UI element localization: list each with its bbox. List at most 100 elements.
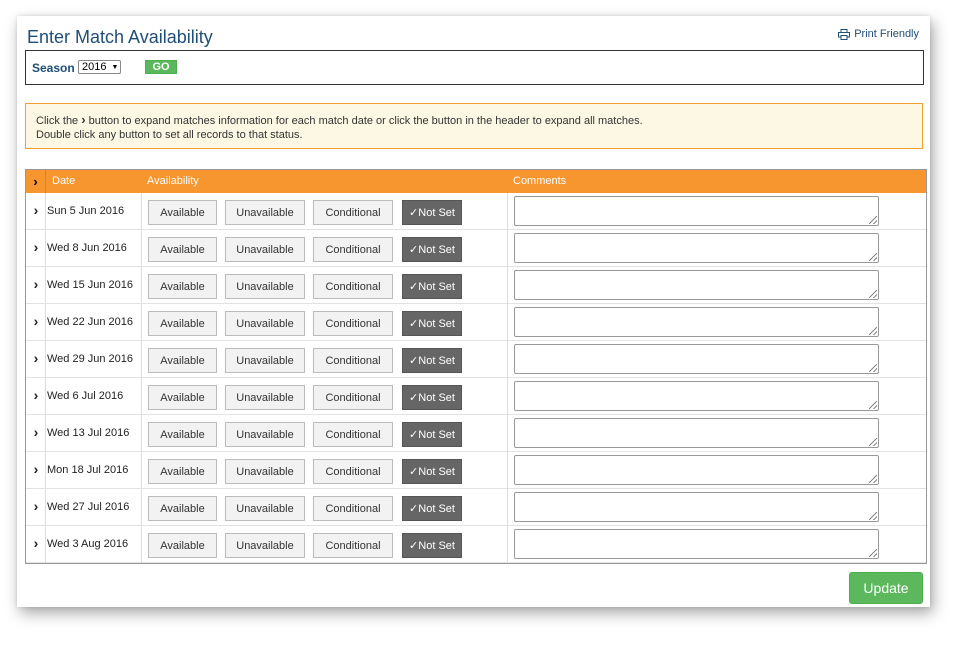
available-button[interactable]: Available xyxy=(148,274,217,299)
conditional-button[interactable]: Conditional xyxy=(313,533,393,558)
match-date: Wed 29 Jun 2016 xyxy=(47,353,134,365)
unavailable-button[interactable]: Unavailable xyxy=(225,200,305,225)
available-button[interactable]: Available xyxy=(148,459,217,484)
go-button[interactable]: GO xyxy=(145,60,177,74)
comments-textarea[interactable] xyxy=(514,492,879,522)
table-row: › Wed 6 Jul 2016 Available Unavailable Condi… xyxy=(26,378,926,415)
unavailable-button[interactable]: Unavailable xyxy=(225,348,305,373)
match-date: Wed 22 Jun 2016 xyxy=(47,316,134,328)
available-button[interactable]: Available xyxy=(148,422,217,447)
conditional-button[interactable]: Conditional xyxy=(313,274,393,299)
print-friendly-link[interactable]: Print Friendly xyxy=(838,28,919,40)
conditional-button[interactable]: Conditional xyxy=(313,348,393,373)
print-friendly-label: Print Friendly xyxy=(854,28,919,40)
conditional-button[interactable]: Conditional xyxy=(313,496,393,521)
not-set-button[interactable]: ✓Not Set xyxy=(402,348,462,373)
comments-textarea[interactable] xyxy=(514,381,879,411)
not-set-button[interactable]: ✓Not Set xyxy=(402,385,462,410)
available-button[interactable]: Available xyxy=(148,385,217,410)
unavailable-button[interactable]: Unavailable xyxy=(225,459,305,484)
comments-textarea[interactable] xyxy=(514,307,879,337)
table-row: › Wed 3 Aug 2016 Available Unavailable Condi… xyxy=(26,526,926,563)
season-filter: Season 2016 ▼ GO xyxy=(25,50,924,85)
chevron-right-icon[interactable]: › xyxy=(30,499,42,513)
not-set-button[interactable]: ✓Not Set xyxy=(402,459,462,484)
unavailable-button[interactable]: Unavailable xyxy=(225,237,305,262)
unavailable-button[interactable]: Unavailable xyxy=(225,311,305,336)
match-date: Wed 3 Aug 2016 xyxy=(47,538,129,550)
conditional-button[interactable]: Conditional xyxy=(313,422,393,447)
printer-icon xyxy=(838,28,851,40)
comments-textarea[interactable] xyxy=(514,529,879,559)
resize-handle-icon[interactable] xyxy=(869,475,877,483)
update-button[interactable]: Update xyxy=(849,572,923,604)
resize-handle-icon[interactable] xyxy=(869,549,877,557)
comments-textarea[interactable] xyxy=(514,455,879,485)
comments-textarea[interactable] xyxy=(514,270,879,300)
match-date: Wed 8 Jun 2016 xyxy=(47,242,127,254)
match-date: Wed 6 Jul 2016 xyxy=(47,390,124,402)
conditional-button[interactable]: Conditional xyxy=(313,200,393,225)
conditional-button[interactable]: Conditional xyxy=(313,459,393,484)
header-comments: Comments xyxy=(513,175,567,187)
unavailable-button[interactable]: Unavailable xyxy=(225,422,305,447)
resize-handle-icon[interactable] xyxy=(869,512,877,520)
available-button[interactable]: Available xyxy=(148,533,217,558)
not-set-button[interactable]: ✓Not Set xyxy=(402,496,462,521)
not-set-button[interactable]: ✓Not Set xyxy=(402,533,462,558)
chevron-right-icon[interactable]: › xyxy=(30,536,42,550)
table-row: › Sun 5 Jun 2016 Available Unavailable Condi… xyxy=(26,193,926,230)
resize-handle-icon[interactable] xyxy=(869,438,877,446)
conditional-button[interactable]: Conditional xyxy=(313,385,393,410)
table-row: › Wed 27 Jul 2016 Available Unavailable Cond… xyxy=(26,489,926,526)
expand-all-button[interactable]: › xyxy=(26,170,46,193)
conditional-button[interactable]: Conditional xyxy=(313,237,393,262)
not-set-button[interactable]: ✓Not Set xyxy=(402,274,462,299)
chevron-right-icon[interactable]: › xyxy=(30,462,42,476)
chevron-right-icon[interactable]: › xyxy=(30,425,42,439)
not-set-button[interactable]: ✓Not Set xyxy=(402,422,462,447)
resize-handle-icon[interactable] xyxy=(869,401,877,409)
table-row: › Wed 29 Jun 2016 Available Unavailable Cond… xyxy=(26,341,926,378)
chevron-right-icon[interactable]: › xyxy=(30,203,42,217)
unavailable-button[interactable]: Unavailable xyxy=(225,533,305,558)
match-date: Wed 13 Jul 2016 xyxy=(47,427,130,439)
info-alert: Click the › button to expand matches inf… xyxy=(25,103,923,149)
table-row: › Wed 8 Jun 2016 Available Unavailable Condi… xyxy=(26,230,926,267)
available-button[interactable]: Available xyxy=(148,237,217,262)
available-button[interactable]: Available xyxy=(148,311,217,336)
season-select[interactable]: 2016 ▼ xyxy=(78,60,121,74)
not-set-button[interactable]: ✓Not Set xyxy=(402,200,462,225)
info-line-1-end: button to expand matches information for… xyxy=(88,115,643,127)
chevron-right-icon[interactable]: › xyxy=(30,388,42,402)
unavailable-button[interactable]: Unavailable xyxy=(225,385,305,410)
not-set-button[interactable]: ✓Not Set xyxy=(402,237,462,262)
chevron-right-icon[interactable]: › xyxy=(30,240,42,254)
availability-panel: Enter Match Availability Print Friendly … xyxy=(17,16,930,607)
chevron-right-icon[interactable]: › xyxy=(30,314,42,328)
comments-textarea[interactable] xyxy=(514,196,879,226)
resize-handle-icon[interactable] xyxy=(869,216,877,224)
comments-textarea[interactable] xyxy=(514,233,879,263)
page-title: Enter Match Availability xyxy=(27,27,213,47)
unavailable-button[interactable]: Unavailable xyxy=(225,496,305,521)
conditional-button[interactable]: Conditional xyxy=(313,311,393,336)
chevron-right-icon[interactable]: › xyxy=(30,351,42,365)
table-row: › Wed 22 Jun 2016 Available Unavailable Cond… xyxy=(26,304,926,341)
comments-textarea[interactable] xyxy=(514,344,879,374)
header-date: Date xyxy=(52,175,76,187)
header-availability: Availability xyxy=(147,175,199,187)
available-button[interactable]: Available xyxy=(148,348,217,373)
comments-textarea[interactable] xyxy=(514,418,879,448)
resize-handle-icon[interactable] xyxy=(869,364,877,372)
match-date: Mon 18 Jul 2016 xyxy=(47,464,129,476)
resize-handle-icon[interactable] xyxy=(869,327,877,335)
resize-handle-icon[interactable] xyxy=(869,290,877,298)
resize-handle-icon[interactable] xyxy=(869,253,877,261)
available-button[interactable]: Available xyxy=(148,496,217,521)
chevron-right-icon[interactable]: › xyxy=(30,277,42,291)
available-button[interactable]: Available xyxy=(148,200,217,225)
not-set-button[interactable]: ✓Not Set xyxy=(402,311,462,336)
unavailable-button[interactable]: Unavailable xyxy=(225,274,305,299)
info-line-1: Click the › button to expand matches inf… xyxy=(36,113,922,128)
